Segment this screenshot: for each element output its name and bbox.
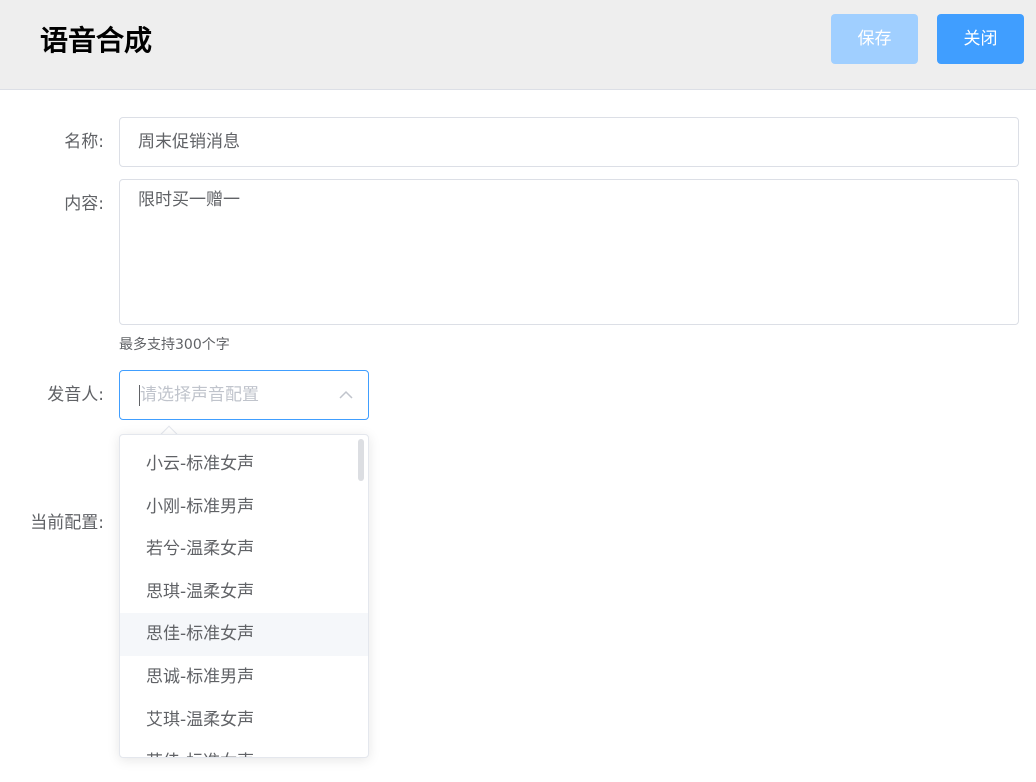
save-button[interactable]: 保存 — [831, 14, 918, 64]
dropdown-scrollbar[interactable] — [358, 439, 364, 481]
speaker-option[interactable]: 若兮-温柔女声 — [120, 528, 368, 571]
speaker-option[interactable]: 思琪-温柔女声 — [120, 571, 368, 614]
content-label: 内容: — [64, 194, 104, 214]
current-config-label: 当前配置: — [30, 513, 104, 533]
speaker-select[interactable]: 请选择声音配置 — [119, 370, 369, 420]
speaker-option-list: 小云-标准女声 小刚-标准男声 若兮-温柔女声 思琪-温柔女声 思佳-标准女声 … — [120, 443, 368, 757]
speaker-dropdown: 小云-标准女声 小刚-标准男声 若兮-温柔女声 思琪-温柔女声 思佳-标准女声 … — [119, 434, 369, 758]
name-input[interactable]: 周末促销消息 — [119, 117, 1019, 167]
speaker-option-hovered[interactable]: 思佳-标准女声 — [120, 613, 368, 656]
close-button[interactable]: 关闭 — [937, 14, 1024, 64]
speaker-option[interactable]: 小云-标准女声 — [120, 443, 368, 486]
speaker-select-placeholder: 请选择声音配置 — [140, 385, 259, 405]
content-textarea[interactable]: 限时买一赠一 — [119, 179, 1019, 325]
speaker-option[interactable]: 思诚-标准男声 — [120, 656, 368, 699]
name-label: 名称: — [64, 132, 104, 152]
speaker-option[interactable]: 艾琪-温柔女声 — [120, 699, 368, 742]
text-caret — [139, 385, 140, 406]
page-title: 语音合成 — [40, 24, 153, 57]
speaker-label: 发音人: — [47, 385, 104, 405]
chevron-up-icon — [339, 390, 353, 399]
page-header: 语音合成 保存 关闭 — [0, 0, 1036, 90]
content-hint: 最多支持300个字 — [119, 337, 230, 353]
speaker-option[interactable]: 小刚-标准男声 — [120, 486, 368, 529]
speaker-option[interactable]: 艾佳-标准女声 — [120, 741, 368, 757]
